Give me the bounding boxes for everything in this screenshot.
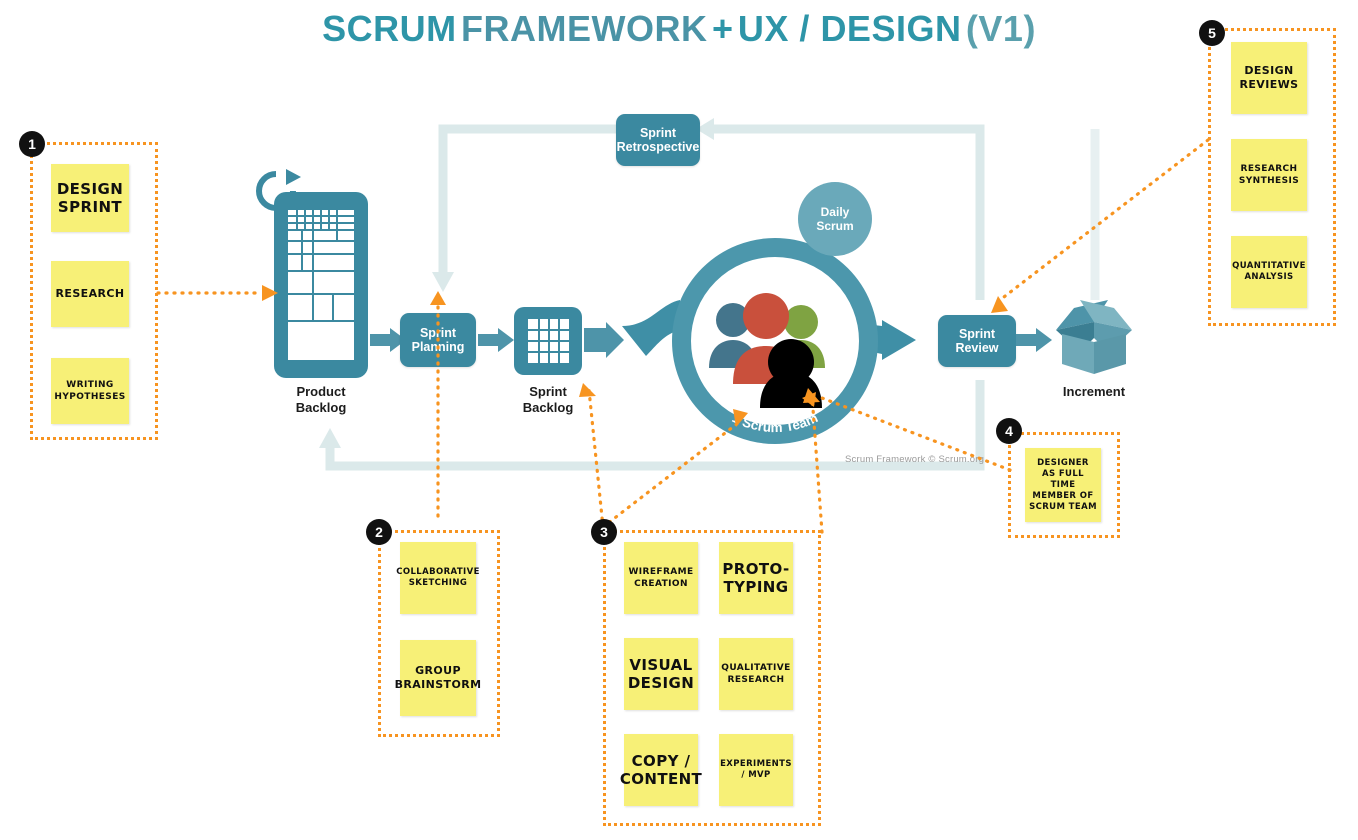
- note-line1: RESEARCH: [1240, 164, 1298, 174]
- product-backlog-caption-line2: Backlog: [295, 400, 347, 415]
- note-line1: PROTO-: [722, 560, 790, 578]
- group-5-badge: 5: [1199, 20, 1225, 46]
- note-line1: DESIGN: [1244, 64, 1294, 77]
- note-line2: SKETCHING: [408, 578, 468, 588]
- title-ux-design: UX / DESIGN: [737, 8, 962, 49]
- title-plus: +: [711, 8, 734, 49]
- sprint-review-line1: Sprint: [958, 327, 996, 341]
- product-backlog-caption-line1: Product: [296, 384, 346, 399]
- sprint-review-line2: Review: [955, 341, 999, 355]
- note-line1: QUALITATIVE: [721, 663, 791, 673]
- note-line1: GROUP: [415, 664, 461, 677]
- sprint-review-box[interactable]: Sprint Review: [938, 315, 1016, 367]
- sprint-retrospective-line1: Sprint: [639, 126, 677, 140]
- note-line2: REVIEWS: [1239, 78, 1299, 91]
- note-line2: HYPOTHESES: [54, 392, 126, 402]
- sprint-backlog-box[interactable]: [514, 307, 582, 375]
- increment-box-icon: [1056, 300, 1132, 374]
- sticky-note-qualitative-research[interactable]: QUALITATIVE RESEARCH: [719, 638, 793, 710]
- increment-caption: Increment: [1062, 384, 1126, 399]
- note-line2: AS FULL TIME: [1041, 468, 1084, 490]
- sticky-note-design-reviews[interactable]: DESIGN REVIEWS: [1231, 42, 1307, 114]
- title-version: (V1): [965, 8, 1036, 49]
- sticky-note-visual-design[interactable]: VISUAL DESIGN: [624, 638, 698, 710]
- copyright-text: Scrum Framework © Scrum.org: [845, 454, 985, 465]
- sticky-note-collaborative-sketching[interactable]: COLLABORATIVE SKETCHING: [396, 542, 479, 614]
- sticky-note-group-brainstorm[interactable]: GROUP BRAINSTORM: [395, 640, 481, 716]
- sprint-planning-box[interactable]: Sprint Planning: [400, 313, 476, 367]
- daily-scrum-circle[interactable]: Daily Scrum: [798, 182, 872, 256]
- sprint-retrospective-line2: Retrospective: [616, 140, 700, 154]
- sprint-planning-line1: Sprint: [419, 326, 457, 340]
- note-line2: BRAINSTORM: [394, 678, 482, 691]
- sprint-planning-line2: Planning: [411, 340, 465, 354]
- sticky-note-research[interactable]: RESEARCH: [51, 261, 129, 327]
- product-backlog-caption: Product Backlog: [264, 384, 378, 416]
- sticky-note-writing-hypotheses[interactable]: WRITING HYPOTHESES: [51, 358, 129, 424]
- note-line2: RESEARCH: [727, 675, 785, 685]
- note-line2: ANALYSIS: [1244, 272, 1294, 282]
- note-line2: TYPING: [723, 578, 789, 596]
- note-line1: WIREFRAME: [628, 567, 694, 577]
- sprint-retrospective-box[interactable]: Sprint Retrospective: [616, 114, 700, 166]
- group-1-badge: 1: [19, 131, 45, 157]
- note-line1: DESIGNER: [1037, 457, 1089, 468]
- sticky-note-prototyping[interactable]: PROTO- TYPING: [719, 542, 793, 614]
- note-line2: SYNTHESIS: [1238, 176, 1300, 186]
- note-line2: / MVP: [741, 770, 771, 780]
- note-line2: CONTENT: [619, 770, 703, 788]
- note-line4: SCRUM TEAM: [1029, 501, 1097, 512]
- daily-scrum-line1: Daily: [820, 205, 850, 219]
- arrow-planning-to-backlog: [478, 328, 514, 352]
- scrum-team-people-icon: [709, 293, 825, 408]
- group-4-badge: 4: [996, 418, 1022, 444]
- sticky-note-experiments-mvp[interactable]: EXPERIMENTS / MVP: [719, 734, 793, 806]
- group-2-badge: 2: [366, 519, 392, 545]
- daily-scrum-line2: Scrum: [816, 219, 854, 233]
- note-line1: DESIGN: [56, 180, 124, 198]
- note-line1: QUANTITATIVE: [1232, 261, 1306, 271]
- note-line2: DESIGN: [627, 674, 695, 692]
- sticky-note-designer-full-time-member[interactable]: DESIGNER AS FULL TIME MEMBER OF SCRUM TE…: [1025, 448, 1101, 522]
- sticky-note-quantitative-analysis[interactable]: QUANTITATIVE ANALYSIS: [1231, 236, 1307, 308]
- sticky-note-copy-content[interactable]: COPY / CONTENT: [620, 734, 702, 806]
- note-line3: MEMBER OF: [1032, 490, 1094, 501]
- note-line2: CREATION: [634, 579, 688, 589]
- note-line1: EXPERIMENTS: [720, 759, 792, 769]
- group-3-badge: 3: [591, 519, 617, 545]
- note-line1: COLLABORATIVE: [396, 567, 480, 577]
- note-line1: WRITING: [66, 380, 114, 390]
- title-scrum: SCRUM: [322, 8, 457, 49]
- note-line1: COPY /: [631, 752, 691, 770]
- sticky-note-design-sprint[interactable]: DESIGN SPRINT: [51, 164, 129, 232]
- page-title: SCRUM FRAMEWORK + UX / DESIGN (V1): [0, 8, 1358, 50]
- sticky-note-research-synthesis[interactable]: RESEARCH SYNTHESIS: [1231, 139, 1307, 211]
- sticky-note-wireframe-creation[interactable]: WIREFRAME CREATION: [624, 542, 698, 614]
- note-line2: SPRINT: [57, 198, 123, 216]
- sprint-backlog-caption-line2: Backlog: [522, 400, 574, 415]
- title-framework: FRAMEWORK: [461, 8, 708, 49]
- note-line1: RESEARCH: [55, 287, 125, 300]
- diagram-canvas: SCRUM FRAMEWORK + UX / DESIGN (V1) Produ…: [0, 0, 1358, 840]
- note-line1: VISUAL: [629, 656, 693, 674]
- product-backlog-box[interactable]: [274, 192, 368, 378]
